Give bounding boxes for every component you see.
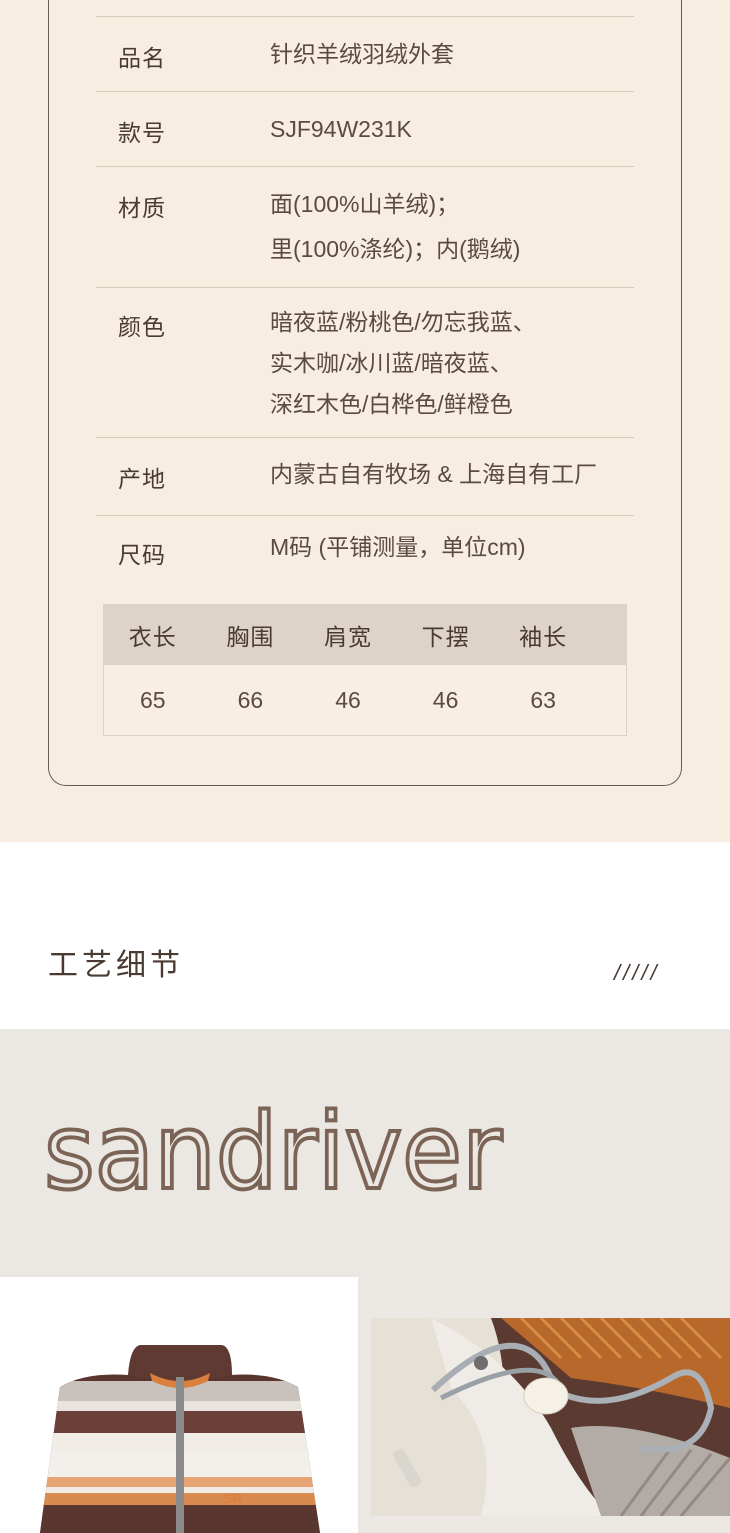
spec-row-origin: 产地 内蒙古自有牧场 & 上海自有工厂 <box>96 437 634 516</box>
jacket-illustration: SR <box>40 1345 320 1533</box>
spec-value: M码 (平铺测量，单位cm) <box>270 534 526 560</box>
brand-logo: sandriver <box>44 1100 504 1200</box>
spec-label: 尺码 <box>118 542 166 568</box>
spec-value: 深红木色/白桦色/鲜橙色 <box>270 391 513 417</box>
spec-value: SJF94W231K <box>270 116 412 142</box>
size-header-cell: 袖长 <box>519 624 568 650</box>
size-value-cell: 65 <box>140 686 166 713</box>
size-value-cell: 66 <box>237 686 264 713</box>
decorative-slashes: ///// <box>614 960 660 985</box>
size-header-cell: 肩宽 <box>323 624 372 650</box>
spec-label: 颜色 <box>118 314 166 340</box>
spec-label: 材质 <box>118 195 166 221</box>
section-title: 工艺细节 <box>48 949 184 982</box>
size-table-header: 衣长 胸围 肩宽 下摆 袖长 <box>104 605 626 665</box>
spec-row-color: 颜色 暗夜蓝/粉桃色/勿忘我蓝、 实木咖/冰川蓝/暗夜蓝、 深红木色/白桦色/鲜… <box>96 287 634 438</box>
spec-value: 面(100%山羊绒)； <box>270 191 460 217</box>
size-header-cell: 衣长 <box>128 624 177 650</box>
jacket-logo-badge: SR <box>224 1491 243 1506</box>
spec-value: 针织羊绒羽绒外套 <box>270 41 454 67</box>
size-header-cell: 胸围 <box>226 624 275 650</box>
size-table: 衣长 胸围 肩宽 下摆 袖长 65 66 46 46 63 <box>103 604 627 736</box>
spec-label: 产地 <box>118 466 166 492</box>
size-header-cell: 下摆 <box>421 624 470 650</box>
size-value-cell: 46 <box>432 686 459 713</box>
jacket-photo: SR <box>0 1277 358 1533</box>
spec-value: 实木咖/冰川蓝/暗夜蓝、 <box>270 350 513 376</box>
brand-logo-text: sandriver <box>44 1100 502 1200</box>
spec-value: 暗夜蓝/粉桃色/勿忘我蓝、 <box>270 309 536 335</box>
spec-value: 内蒙古自有牧场 & 上海自有工厂 <box>270 461 598 487</box>
spec-row-size: 尺码 M码 (平铺测量，单位cm) <box>96 515 634 586</box>
spec-label: 款号 <box>118 120 166 146</box>
spec-value: 里(100%涤纶)；内(鹅绒) <box>270 236 521 262</box>
detail-photo <box>371 1318 730 1516</box>
size-value-cell: 46 <box>335 686 361 713</box>
size-value-cell: 63 <box>530 686 556 713</box>
spec-row-material: 材质 面(100%山羊绒)； 里(100%涤纶)；内(鹅绒) <box>96 166 634 288</box>
detail-illustration <box>371 1318 730 1516</box>
spec-row-name: 品名 针织羊绒羽绒外套 <box>96 16 634 92</box>
spec-label: 品名 <box>118 45 166 71</box>
spec-row-style-no: 款号 SJF94W231K <box>96 91 634 167</box>
size-table-row: 65 66 46 46 63 <box>104 665 626 735</box>
